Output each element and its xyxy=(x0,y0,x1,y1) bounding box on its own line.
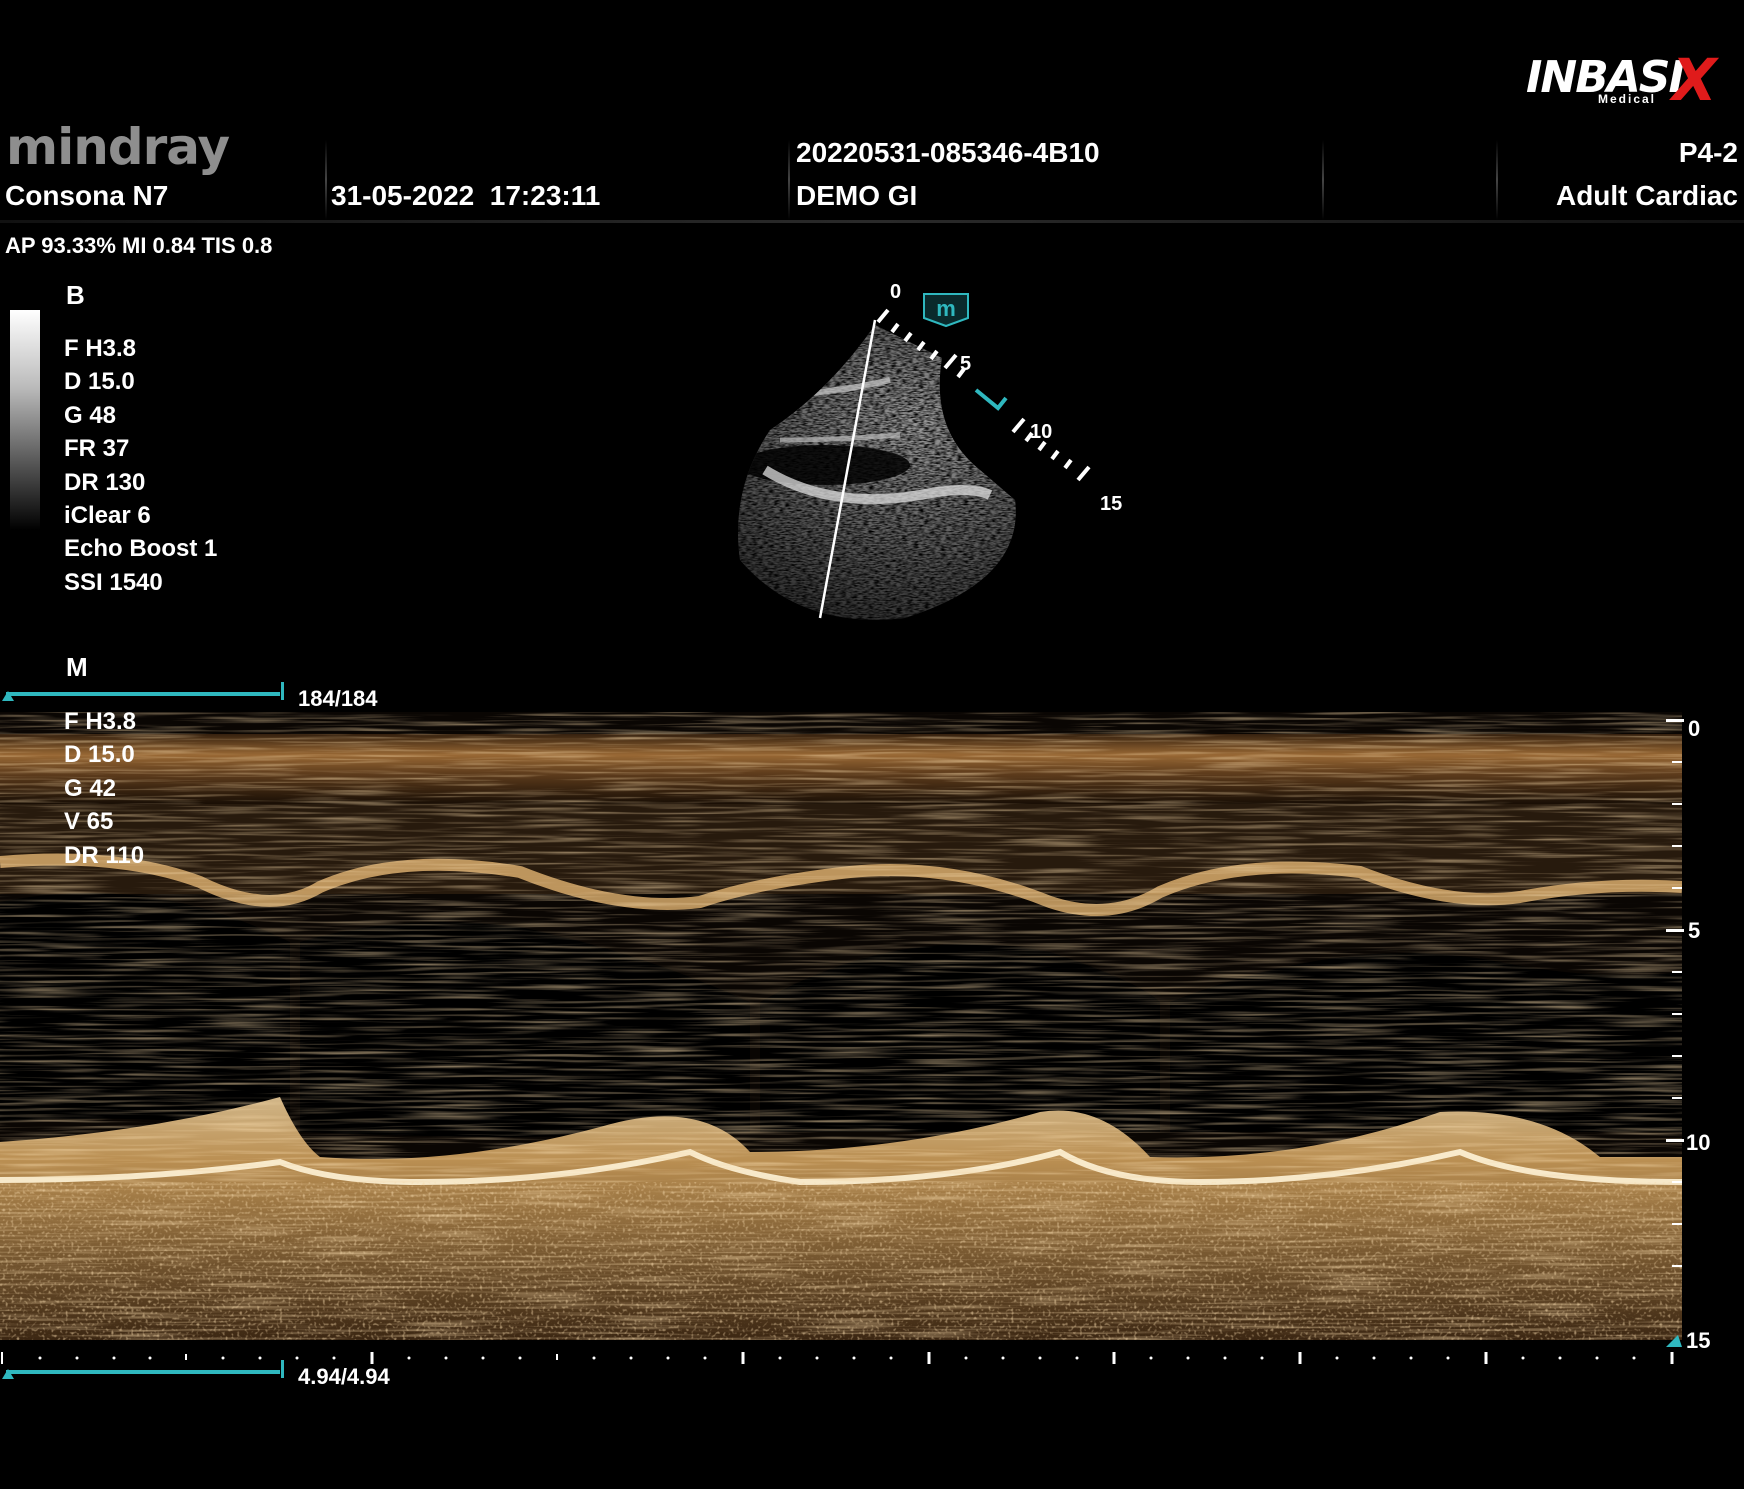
time-readout: 4.94/4.94 xyxy=(298,1364,390,1389)
b-param: FR 37 xyxy=(64,435,130,463)
exam-datetime: 31-05-2022 17:23:11 xyxy=(331,180,601,211)
time-end-handle[interactable] xyxy=(281,1360,284,1378)
m-depth-label: 0 xyxy=(1688,716,1701,741)
header-divider xyxy=(325,140,327,220)
m-depth-label: 10 xyxy=(1686,1130,1711,1155)
header-divider xyxy=(1496,140,1498,220)
b-param: Echo Boost 1 xyxy=(64,535,218,563)
b-param: D 15.0 xyxy=(64,368,135,396)
m-param: F H3.8 xyxy=(64,708,137,735)
m-mode-image xyxy=(0,712,1682,1352)
cine-scroll-track xyxy=(6,692,280,696)
m-depth-label: 5 xyxy=(1688,918,1701,943)
inbasix-logo-sub: Medical xyxy=(1598,92,1657,106)
b-param: F H3.8 xyxy=(64,335,137,362)
header-divider xyxy=(788,140,790,220)
header-underline xyxy=(0,220,1744,223)
b-param: DR 130 xyxy=(64,468,146,496)
b-mode-image: m 0 5 10 15 xyxy=(738,281,1122,620)
inbasix-logo: INBASI X Medical xyxy=(1526,46,1731,114)
time-scroll-bar[interactable] xyxy=(2,1360,284,1380)
m-param: D 15.0 xyxy=(64,741,135,769)
time-start-arrow[interactable] xyxy=(2,1369,14,1379)
m-param: V 65 xyxy=(64,808,114,836)
mindray-logo: mindray xyxy=(6,118,230,176)
study-id: 20220531-085346-4B10 xyxy=(796,137,1100,168)
b-param: iClear 6 xyxy=(64,502,151,530)
m-mode-label: M xyxy=(66,652,88,682)
cine-end-handle[interactable] xyxy=(281,682,284,700)
mmode-marker-text: m xyxy=(936,296,956,321)
b-param: G 48 xyxy=(64,401,117,429)
b-mode-label: B xyxy=(66,280,85,310)
m-icon: m xyxy=(923,293,969,328)
header-divider xyxy=(1322,140,1324,220)
acoustic-output: AP 93.33% MI 0.84 TIS 0.8 xyxy=(5,233,273,258)
grayscale-bar xyxy=(10,310,40,530)
m-param: DR 110 xyxy=(64,841,145,869)
m-depth-arrow xyxy=(1666,1335,1682,1347)
m-mode-params: F H3.8 D 15.0 G 42 V 65 DR 110 xyxy=(64,705,144,872)
cine-start-arrow[interactable] xyxy=(2,691,14,701)
probe-name: P4-2 xyxy=(1678,137,1738,168)
cine-frame-counter: 184/184 xyxy=(298,686,378,711)
b-depth-label: 15 xyxy=(1100,493,1122,515)
inbasix-logo-x: X xyxy=(1672,46,1717,114)
m-param: G 42 xyxy=(64,774,117,802)
time-scroll-track xyxy=(6,1370,280,1374)
device-model: Consona N7 xyxy=(5,180,169,211)
m-gate-marker xyxy=(974,388,1008,411)
b-depth-label: 0 xyxy=(890,281,901,303)
preset-name: DEMO GI xyxy=(796,180,918,211)
exam-type: Adult Cardiac xyxy=(1555,180,1738,211)
b-param: SSI 1540 xyxy=(64,568,163,596)
b-mode-params: F H3.8 D 15.0 G 48 FR 37 DR 130 iClear 6… xyxy=(64,332,217,599)
b-depth-label: 5 xyxy=(960,353,971,375)
m-depth-scale: 0 5 10 15 xyxy=(1664,712,1744,1353)
b-depth-label: 10 xyxy=(1030,421,1052,443)
cine-scroll-bar[interactable] xyxy=(2,682,284,702)
sector-tissue xyxy=(738,325,1016,620)
